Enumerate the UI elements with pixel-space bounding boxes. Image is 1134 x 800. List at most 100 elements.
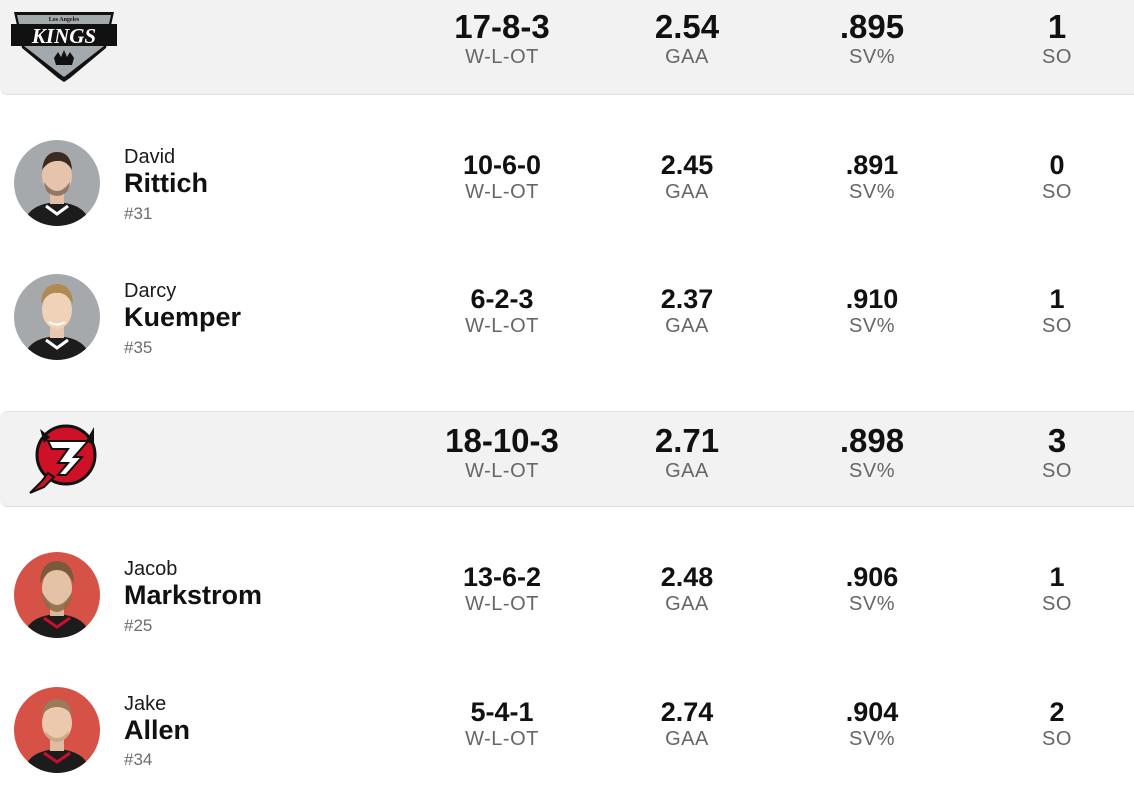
player-last-name: Markstrom	[124, 580, 263, 610]
player-gaa: 2.37 GAA	[597, 284, 777, 338]
player-gaa: 2.45 GAA	[597, 150, 777, 204]
player-gaa-value: 2.45	[660, 150, 714, 180]
player-record-value: 5-4-1	[470, 697, 534, 727]
team-record-value: 18-10-3	[445, 422, 559, 459]
player-number: #34	[124, 750, 153, 769]
team-record: 17-8-3 W-L-OT	[412, 8, 592, 69]
player-so-label: SO	[1042, 728, 1072, 750]
player-record: 5-4-1 W-L-OT	[412, 697, 592, 751]
player-svpct-value: .906	[845, 562, 899, 592]
team-so-label: SO	[1042, 460, 1072, 482]
team-so-value: 1	[1047, 8, 1067, 45]
team-svpct-value: .898	[839, 422, 905, 459]
player-row-kuemper[interactable]: Darcy Kuemper #35 6-2-3 W-L-OT 2.37 GAA …	[0, 274, 1134, 384]
team-svpct: .895 SV%	[782, 8, 962, 69]
player-record-label: W-L-OT	[465, 593, 539, 615]
team-record: 18-10-3 W-L-OT	[412, 422, 592, 483]
player-headshot	[14, 552, 100, 638]
player-so-value: 0	[1049, 150, 1065, 180]
player-gaa-value: 2.48	[660, 562, 714, 592]
player-so: 2 SO	[967, 697, 1134, 751]
player-number: #35	[124, 338, 153, 357]
player-headshot	[14, 274, 100, 360]
player-svpct-label: SV%	[849, 593, 895, 615]
player-record-value: 6-2-3	[470, 284, 534, 314]
player-so-value: 2	[1049, 697, 1065, 727]
player-so-value: 1	[1049, 284, 1065, 314]
team-record-value: 17-8-3	[454, 8, 550, 45]
player-svpct-value: .904	[845, 697, 899, 727]
team-svpct-label: SV%	[849, 46, 895, 68]
team-svpct-value: .895	[839, 8, 905, 45]
player-gaa-label: GAA	[665, 728, 709, 750]
player-gaa: 2.74 GAA	[597, 697, 777, 751]
player-record-value: 10-6-0	[462, 150, 542, 180]
player-first-name: Jake	[124, 693, 167, 715]
player-svpct-label: SV%	[849, 315, 895, 337]
player-headshot	[14, 687, 100, 773]
player-record: 13-6-2 W-L-OT	[412, 562, 592, 616]
team-so: 3 SO	[967, 422, 1134, 483]
team-gaa: 2.71 GAA	[597, 422, 777, 483]
player-headshot-icon	[24, 284, 90, 360]
player-headshot	[14, 140, 100, 226]
player-gaa-label: GAA	[665, 315, 709, 337]
player-record: 10-6-0 W-L-OT	[412, 150, 592, 204]
player-headshot-icon	[24, 152, 90, 226]
player-first-name: David	[124, 146, 176, 168]
player-svpct: .904 SV%	[782, 697, 962, 751]
player-record: 6-2-3 W-L-OT	[412, 284, 592, 338]
player-so-label: SO	[1042, 181, 1072, 203]
team-summary-kings: 17-8-3 W-L-OT 2.54 GAA .895 SV% 1 SO	[0, 0, 1134, 95]
player-headshot-icon	[24, 699, 90, 773]
player-svpct: .891 SV%	[782, 150, 962, 204]
player-record-value: 13-6-2	[462, 562, 542, 592]
team-gaa-value: 2.54	[654, 8, 720, 45]
team-so-label: SO	[1042, 46, 1072, 68]
player-record-label: W-L-OT	[465, 728, 539, 750]
player-last-name: Rittich	[124, 168, 208, 198]
player-gaa-label: GAA	[665, 593, 709, 615]
player-so: 1 SO	[967, 562, 1134, 616]
team-so: 1 SO	[967, 8, 1134, 69]
player-svpct: .906 SV%	[782, 562, 962, 616]
player-svpct: .910 SV%	[782, 284, 962, 338]
player-gaa-label: GAA	[665, 181, 709, 203]
team-svpct-label: SV%	[849, 460, 895, 482]
team-gaa-value: 2.71	[654, 422, 720, 459]
team-so-value: 3	[1047, 422, 1067, 459]
team-gaa: 2.54 GAA	[597, 8, 777, 69]
team-record-label: W-L-OT	[465, 460, 539, 482]
player-number: #31	[124, 204, 153, 223]
player-so-value: 1	[1049, 562, 1065, 592]
player-gaa-value: 2.37	[660, 284, 714, 314]
player-last-name: Allen	[124, 715, 191, 745]
player-gaa: 2.48 GAA	[597, 562, 777, 616]
team-record-label: W-L-OT	[465, 46, 539, 68]
kings-logo-main-text: KINGS	[31, 24, 96, 48]
player-svpct-label: SV%	[849, 728, 895, 750]
player-row-rittich[interactable]: David Rittich #31 10-6-0 W-L-OT 2.45 GAA…	[0, 140, 1134, 250]
player-so-label: SO	[1042, 593, 1072, 615]
player-number: #25	[124, 616, 153, 635]
player-svpct-value: .891	[845, 150, 899, 180]
player-headshot-icon	[24, 561, 90, 638]
team-summary-devils: 18-10-3 W-L-OT 2.71 GAA .898 SV% 3 SO	[0, 411, 1134, 507]
player-so-label: SO	[1042, 315, 1072, 337]
kings-logo-top-text: Los Angeles	[49, 17, 80, 23]
devils-logo[interactable]	[28, 423, 100, 495]
player-record-label: W-L-OT	[465, 181, 539, 203]
team-gaa-label: GAA	[665, 46, 709, 68]
team-svpct: .898 SV%	[782, 422, 962, 483]
team-gaa-label: GAA	[665, 460, 709, 482]
player-record-label: W-L-OT	[465, 315, 539, 337]
player-so: 0 SO	[967, 150, 1134, 204]
player-first-name: Darcy	[124, 280, 177, 302]
player-so: 1 SO	[967, 284, 1134, 338]
player-first-name: Jacob	[124, 558, 178, 580]
player-last-name: Kuemper	[124, 302, 242, 332]
player-row-allen[interactable]: Jake Allen #34 5-4-1 W-L-OT 2.74 GAA .90…	[0, 687, 1134, 797]
player-row-markstrom[interactable]: Jacob Markstrom #25 13-6-2 W-L-OT 2.48 G…	[0, 552, 1134, 662]
player-gaa-value: 2.74	[660, 697, 714, 727]
kings-logo[interactable]: Los Angeles KINGS	[8, 10, 120, 82]
